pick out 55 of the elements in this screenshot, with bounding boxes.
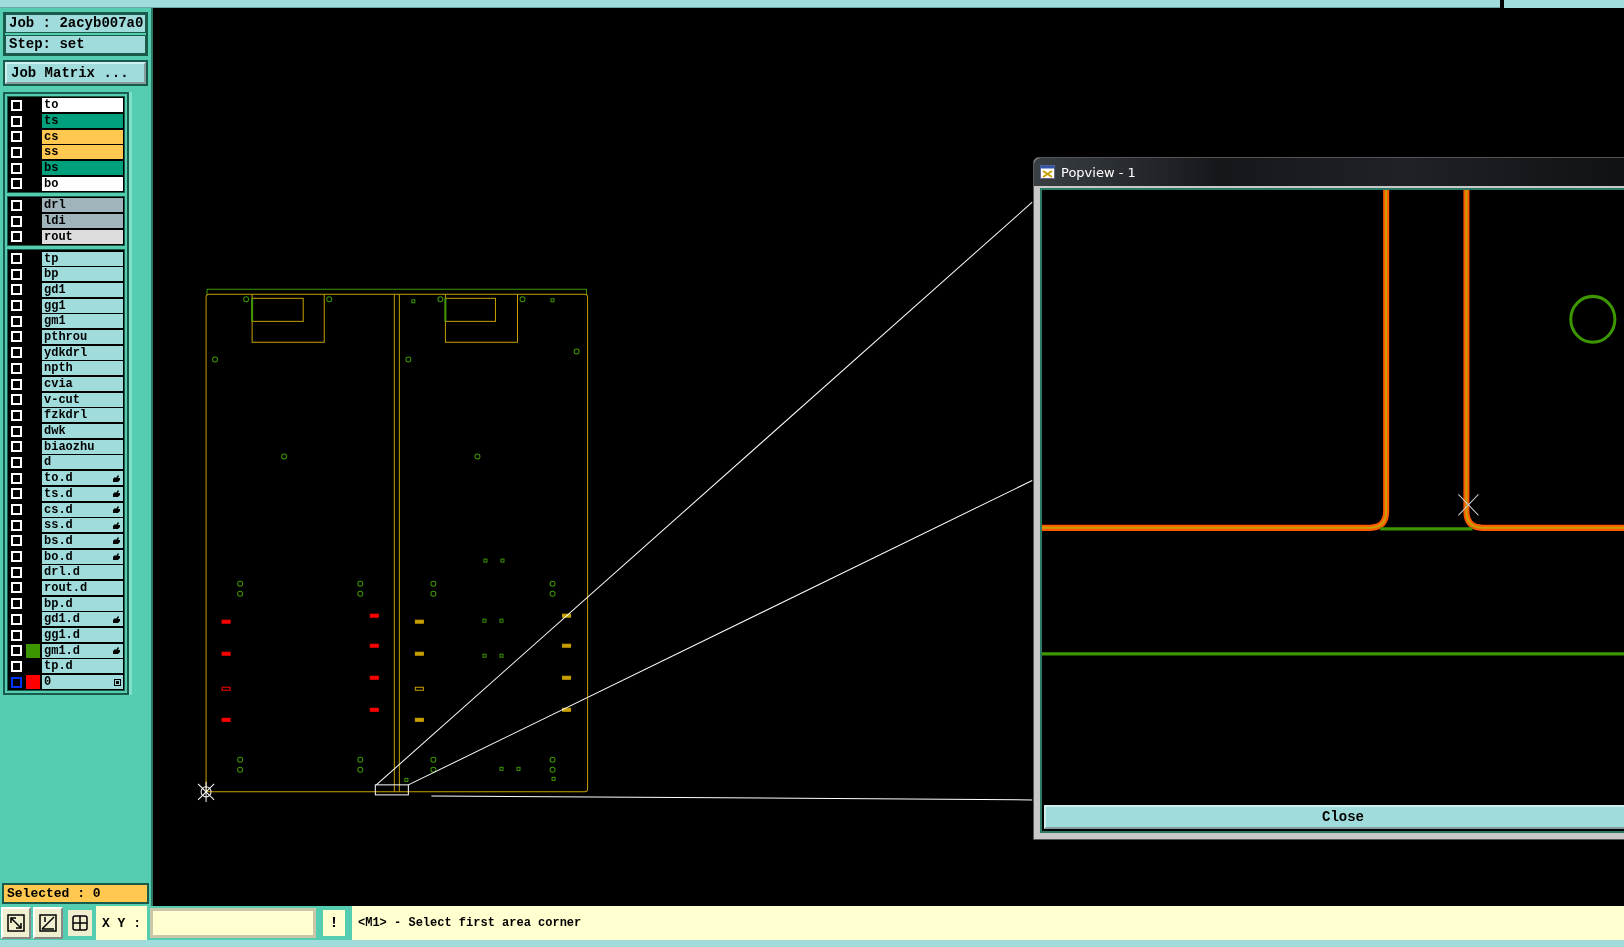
layer-name-field[interactable]: gg1.d (42, 628, 123, 643)
status-prompt: <M1> - Select first area corner (352, 906, 1624, 940)
job-name: Job : 2acyb007a0 (5, 14, 146, 33)
layer-name-field[interactable]: ydkdrl (42, 345, 123, 360)
angle-icon (39, 914, 57, 932)
layer-name-field[interactable]: ldi (42, 214, 123, 229)
layer-name-field[interactable]: d (42, 455, 123, 470)
layer-name-field[interactable]: 0 (42, 675, 123, 690)
layer-name-field[interactable]: drl.d (42, 565, 123, 580)
layer-name-field[interactable]: cvia (42, 377, 123, 392)
layer-name-field[interactable]: dwk (42, 424, 123, 439)
diagonal-arrow-icon (7, 914, 25, 932)
grid-icon (114, 678, 121, 686)
layer-name-field[interactable]: gg1 (42, 298, 123, 313)
layer-name-field[interactable]: gd1 (42, 282, 123, 297)
layer-name-field[interactable]: gm1.d (42, 643, 123, 658)
step-name: Step: set (5, 35, 146, 54)
selected-count: Selected : 0 (2, 883, 149, 904)
layer-name-field[interactable]: gm1 (42, 314, 123, 329)
layer-name-field[interactable]: bo.d (42, 549, 123, 564)
layer-name-field[interactable]: gd1.d (42, 612, 123, 627)
grid-icon (72, 915, 88, 931)
layer-name-field[interactable]: bs.d (42, 533, 123, 548)
job-matrix-button[interactable]: Job Matrix ... (5, 62, 146, 84)
layer-name-field[interactable]: tp (42, 251, 123, 266)
layer-name-field[interactable]: bp (42, 267, 123, 282)
layer-name-field[interactable]: bs (42, 161, 123, 176)
layer-name-field[interactable]: cs.d (42, 502, 123, 517)
app-icon (1040, 165, 1055, 179)
close-button[interactable]: Close (1044, 805, 1624, 829)
layer-name-field[interactable]: ts (42, 114, 123, 129)
coordinate-input-field[interactable] (150, 908, 316, 938)
layer-name-field[interactable]: tp.d (42, 659, 123, 674)
layer-name-field[interactable]: ss.d (42, 518, 123, 533)
layer-name-field[interactable]: pthrou (42, 329, 123, 344)
layer-name-field[interactable]: ss (42, 145, 123, 160)
layer-name-field[interactable]: biaozhu (42, 439, 123, 454)
coordinate-label: X Y : (96, 906, 147, 940)
layer-checkbox[interactable] (11, 676, 22, 688)
layer-name-field[interactable]: drl (42, 198, 123, 213)
layer-name-field[interactable]: v-cut (42, 392, 123, 407)
layer-name-field[interactable]: rout.d (42, 580, 123, 595)
origin-marker-icon (197, 781, 215, 803)
layer-name-field[interactable]: bo (42, 176, 123, 191)
layer-name-field[interactable]: fzkdrl (42, 408, 123, 423)
window-title: Popview - 1 (1061, 164, 1136, 180)
layer-name-field[interactable]: ts.d (42, 486, 123, 501)
layer-name-field[interactable]: cs (42, 129, 123, 144)
layer-name-field[interactable]: bp.d (42, 596, 123, 611)
layer-name-field[interactable]: rout (42, 229, 123, 244)
layer-name-field[interactable]: npth (42, 361, 123, 376)
layer-name-field[interactable]: to.d (42, 471, 123, 486)
layer-name-field[interactable]: to (42, 98, 123, 113)
alert-button[interactable]: ! (320, 907, 348, 939)
tool-button[interactable] (65, 907, 95, 939)
